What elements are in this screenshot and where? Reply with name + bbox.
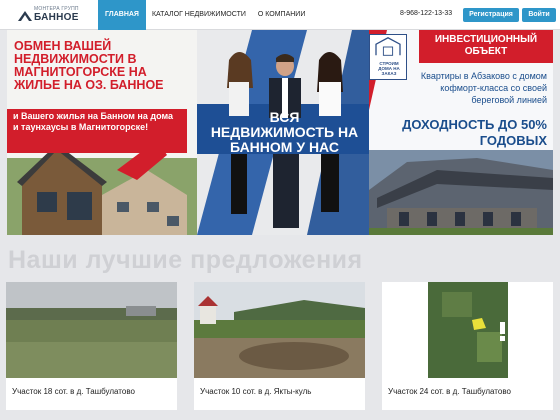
house-plan-icon — [375, 37, 401, 56]
logo-house-icon — [18, 11, 32, 21]
listing-card[interactable]: Участок 10 сот. в д. Якты-куль — [194, 282, 365, 410]
section-title: Наши лучшие предложения — [8, 246, 363, 274]
listing-card[interactable]: Участок 18 сот. в д. Ташбулатово — [6, 282, 177, 410]
banner-center-title: ВСЯ НЕДВИЖИМОСТЬ НА БАННОМ У НАС — [210, 109, 359, 155]
main-nav: ГЛАВНАЯ КАТАЛОГ НЕДВИЖИМОСТИ О КОМПАНИИ — [98, 0, 311, 30]
invest-flats-text: Квартиры в Абзаково с домом кофморт-клас… — [420, 71, 547, 105]
login-button[interactable]: Войти — [522, 8, 556, 22]
site-header: МОНТЕРА ГРУПП БАННОЕ ГЛАВНАЯ КАТАЛОГ НЕД… — [0, 0, 560, 30]
build-sign-text: СТРОИМ ДОМА НА ЗАКАЗ — [378, 61, 400, 76]
listing-photo — [6, 282, 177, 378]
phone-number[interactable]: 8-968-122-13-33 — [400, 10, 452, 17]
banner-left-title: ОБМЕН ВАШЕЙ НЕДВИЖИМОСТИ В МАГНИТОГОРСКЕ… — [14, 39, 164, 92]
nav-about[interactable]: О КОМПАНИИ — [252, 0, 311, 30]
logo[interactable]: МОНТЕРА ГРУПП БАННОЕ — [18, 5, 78, 25]
banner-left-subtitle: и Вашего жилья на Банном на дома и таунх… — [7, 109, 187, 153]
listing-photo — [194, 282, 365, 378]
nav-catalog[interactable]: КАТАЛОГ НЕДВИЖИМОСТИ — [146, 0, 252, 30]
listing-card[interactable]: Участок 24 сот. в д. Ташбулатово — [382, 282, 553, 410]
logo-line2: БАННОЕ — [34, 12, 79, 23]
nav-home[interactable]: ГЛАВНАЯ — [98, 0, 146, 30]
build-sign: СТРОИМ ДОМА НА ЗАКАЗ — [369, 34, 407, 80]
hero-banner[interactable]: ОБМЕН ВАШЕЙ НЕДВИЖИМОСТИ В МАГНИТОГОРСКЕ… — [7, 30, 553, 235]
listing-map — [382, 282, 553, 378]
listing-caption[interactable]: Участок 18 сот. в д. Ташбулатово — [12, 387, 135, 396]
invest-title: ИНВЕСТИЦИОННЫЙ ОБЪЕКТ — [419, 30, 553, 63]
invest-yield-text: ДОХОДНОСТЬ до 50% годовых — [402, 117, 547, 148]
listing-caption[interactable]: Участок 10 сот. в д. Якты-куль — [200, 387, 311, 396]
listing-caption[interactable]: Участок 24 сот. в д. Ташбулатово — [388, 387, 511, 396]
register-button[interactable]: Регистрация — [463, 8, 519, 22]
